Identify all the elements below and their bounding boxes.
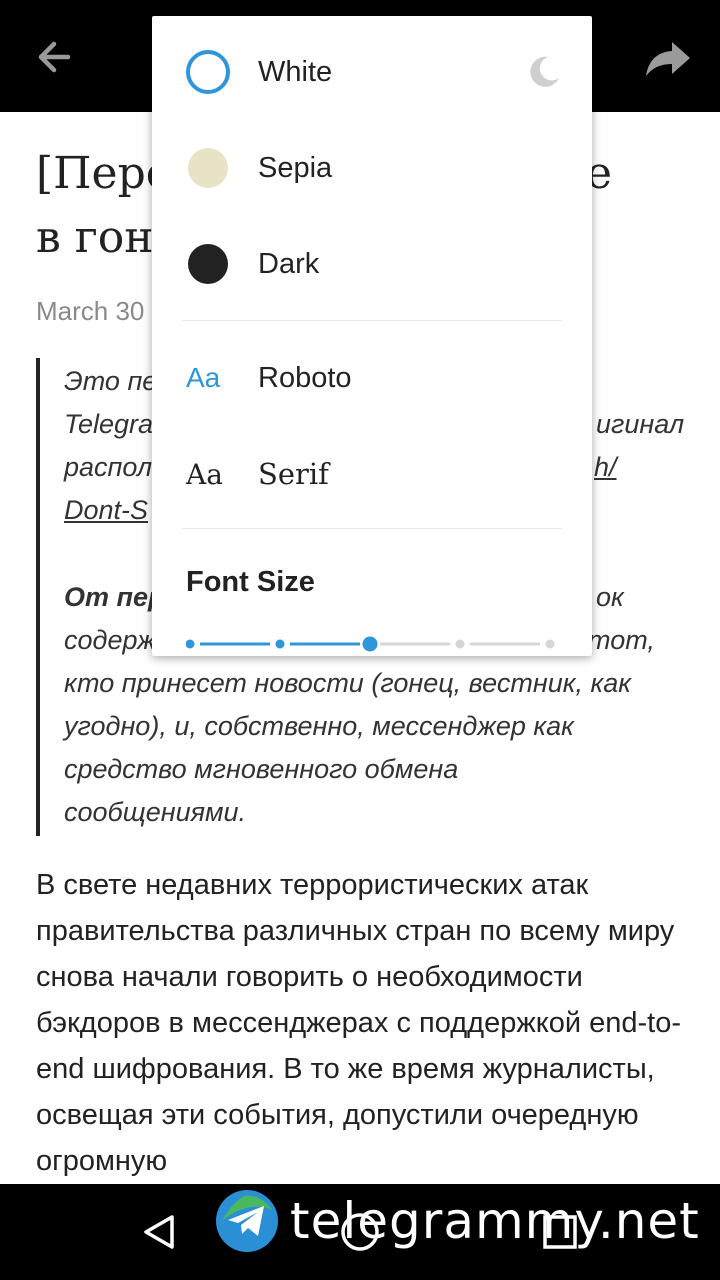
font-sample: Aa bbox=[186, 362, 221, 393]
quote-line: Telegra bbox=[64, 409, 154, 439]
divider bbox=[182, 320, 562, 321]
quote-line-right: ок bbox=[596, 582, 624, 612]
watermark-text: telegrammy.net bbox=[290, 1192, 700, 1250]
font-size-title: Font Size bbox=[186, 566, 315, 598]
slider-step-dot[interactable] bbox=[186, 639, 195, 649]
font-sample: Aa bbox=[186, 457, 223, 491]
share-icon[interactable] bbox=[642, 34, 694, 82]
radio-selected-icon bbox=[186, 50, 230, 94]
source-link[interactable]: Dont-S bbox=[64, 495, 148, 525]
source-link[interactable]: h/ bbox=[594, 446, 617, 489]
font-option-roboto[interactable]: Aa Roboto bbox=[152, 330, 592, 426]
quote-line: средство мгновенного обмена bbox=[64, 754, 459, 784]
quote-line: угодно), и, собственно, мессенджер как bbox=[64, 711, 574, 741]
slider-step-dot[interactable] bbox=[455, 639, 465, 649]
theme-option-dark[interactable]: Dark bbox=[152, 216, 592, 312]
quote-bold: От пер bbox=[64, 582, 165, 612]
slider-step-dot[interactable] bbox=[275, 639, 285, 649]
article-body: В свете недавних террористических атак п… bbox=[36, 869, 682, 1177]
arrow-back-icon[interactable] bbox=[28, 32, 80, 82]
slider-step-dot[interactable] bbox=[545, 639, 555, 649]
font-size-slider[interactable] bbox=[186, 634, 556, 654]
font-option-serif[interactable]: Aa Serif bbox=[152, 426, 592, 522]
theme-label: Dark bbox=[258, 247, 320, 280]
article-date: March 30 bbox=[36, 296, 145, 326]
moon-icon[interactable] bbox=[526, 54, 562, 90]
slider-thumb[interactable] bbox=[362, 636, 378, 652]
quote-line: распол bbox=[64, 452, 153, 482]
sepia-swatch-icon bbox=[188, 148, 228, 188]
theme-label: Sepia bbox=[258, 151, 333, 184]
quote-line-right: тот, bbox=[588, 625, 655, 655]
font-label: Roboto bbox=[258, 361, 352, 394]
quote-line: содерж bbox=[64, 625, 156, 655]
quote-line-right: игинал bbox=[596, 409, 685, 439]
theme-option-sepia[interactable]: Sepia bbox=[152, 120, 592, 216]
quote-line: сообщениями. bbox=[64, 797, 247, 827]
divider bbox=[182, 528, 562, 529]
quote-line: кто принесет новости (гонец, вестник, ка… bbox=[64, 668, 631, 698]
font-label: Serif bbox=[258, 457, 329, 491]
theme-label: White bbox=[258, 55, 333, 88]
article-title-line2: в гон bbox=[36, 212, 154, 263]
telegram-logo-icon bbox=[216, 1190, 278, 1252]
watermark: telegrammy.net bbox=[214, 1186, 700, 1256]
reader-settings-popup: White Sepia Dark Aa Roboto Aa Serif Font… bbox=[152, 16, 592, 656]
dark-swatch-icon bbox=[188, 244, 228, 284]
nav-back-icon[interactable] bbox=[140, 1212, 180, 1252]
